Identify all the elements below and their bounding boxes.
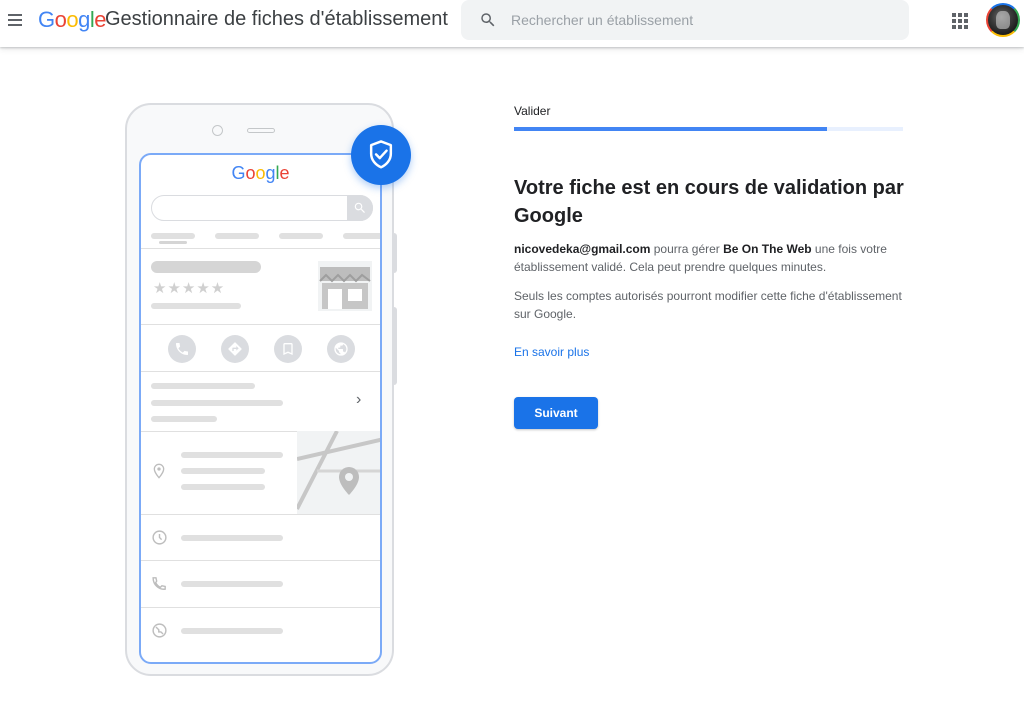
- phone-search-button: [347, 195, 373, 221]
- chevron-right-icon: ›: [356, 391, 362, 408]
- verified-shield-icon: [369, 140, 393, 169]
- storefront-icon: [318, 261, 372, 311]
- clock-icon: [152, 530, 167, 545]
- phone-text-placeholder: [181, 452, 283, 458]
- validation-description: nicovedeka@gmail.com pourra gérer Be On …: [514, 240, 904, 276]
- divider: [141, 607, 380, 608]
- divider: [141, 248, 380, 249]
- phone-text-placeholder: [181, 468, 265, 474]
- learn-more-link[interactable]: En savoir plus: [514, 345, 589, 359]
- search-bar[interactable]: [461, 0, 909, 40]
- top-app-bar: Google Gestionnaire de fiches d'établiss…: [0, 0, 1024, 47]
- phone-tab-indicator: [159, 241, 187, 244]
- phone-call-icon: [168, 335, 196, 363]
- phone-icon: [152, 577, 166, 590]
- phone-text-placeholder: [151, 400, 283, 406]
- phone-text-placeholder: [181, 535, 283, 541]
- account-avatar[interactable]: [986, 3, 1020, 37]
- phone-camera: [212, 125, 223, 136]
- phone-text-placeholder: [181, 628, 283, 634]
- phone-text-placeholder: [181, 484, 265, 490]
- page-heading: Votre fiche est en cours de validation p…: [514, 177, 904, 227]
- app-title: Gestionnaire de fiches d'établissement: [105, 8, 448, 30]
- divider: [141, 514, 380, 515]
- account-email: nicovedeka@gmail.com: [514, 242, 651, 256]
- phone-tab-placeholder: [343, 233, 380, 239]
- globe-icon: [152, 623, 167, 638]
- next-button[interactable]: Suivant: [514, 397, 598, 429]
- authorized-accounts-note: Seuls les comptes autorisés pourront mod…: [514, 289, 902, 321]
- progress-bar: [514, 127, 903, 131]
- phone-text-placeholder: [151, 383, 255, 389]
- verified-shield-badge: [351, 125, 411, 185]
- phone-screen: Google ★★★★★ ›: [139, 153, 382, 664]
- progress-bar-fill: [514, 127, 827, 131]
- phone-speaker: [247, 128, 275, 133]
- hamburger-menu-icon[interactable]: [4, 9, 26, 31]
- divider: [141, 371, 380, 372]
- phone-search-bar: [151, 195, 373, 221]
- search-icon[interactable]: [479, 11, 497, 29]
- search-icon: [354, 202, 365, 213]
- phone-save-icon: [274, 335, 302, 363]
- phone-tab-placeholder: [215, 233, 259, 239]
- phone-category-placeholder: [151, 303, 241, 309]
- phone-business-name-placeholder: [151, 261, 261, 273]
- phone-tab-placeholder: [151, 233, 195, 239]
- step-label: Valider: [514, 104, 551, 118]
- phone-directions-icon: [221, 335, 249, 363]
- phone-google-logo: Google: [231, 163, 290, 183]
- apps-grid-icon[interactable]: [951, 12, 969, 30]
- business-name: Be On The Web: [723, 242, 812, 256]
- location-pin-icon: [153, 463, 165, 479]
- rating-stars: ★★★★★: [153, 280, 226, 297]
- phone-tab-placeholder: [279, 233, 323, 239]
- divider: [141, 324, 380, 325]
- phone-map-thumbnail: [297, 431, 380, 514]
- phone-website-icon: [327, 335, 355, 363]
- google-logo[interactable]: Google: [38, 7, 107, 33]
- description-text: pourra gérer: [650, 242, 724, 256]
- phone-text-placeholder: [181, 581, 283, 587]
- phone-illustration: Google ★★★★★ ›: [125, 103, 394, 676]
- search-input[interactable]: [511, 9, 891, 31]
- divider: [141, 560, 380, 561]
- phone-text-placeholder: [151, 416, 217, 422]
